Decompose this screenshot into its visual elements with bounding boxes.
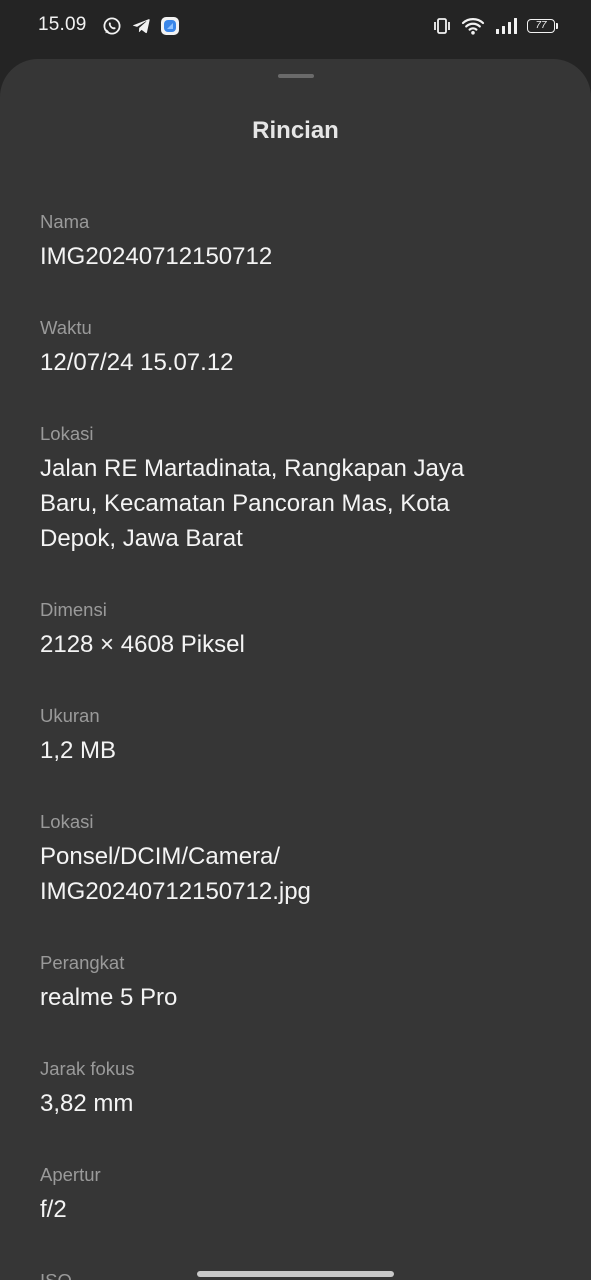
status-time: 15.09 <box>38 14 87 35</box>
detail-value: Jalan RE Martadinata, Rangkapan Jaya Bar… <box>40 455 465 552</box>
detail-value: realme 5 Pro <box>40 984 178 1011</box>
detail-label: Dimensi <box>40 599 107 620</box>
screen: 15.09 77 Rincian Nama IMG20240712150712 … <box>0 0 591 1280</box>
detail-location: Lokasi Jalan RE Martadinata, Rangkapan J… <box>40 422 520 556</box>
wifi-icon <box>461 16 485 36</box>
detail-value: IMG20240712150712 <box>40 243 273 270</box>
detail-label: Perangkat <box>40 952 125 973</box>
detail-value: 1,2 MB <box>40 737 117 764</box>
whatsapp-icon <box>102 16 122 36</box>
detail-focal-length: Jarak fokus 3,82 mm <box>40 1057 520 1121</box>
detail-dimensions: Dimensi 2128 × 4608 Piksel <box>40 598 520 662</box>
drag-handle[interactable] <box>278 74 314 78</box>
detail-value: 12/07/24 15.07.12 <box>40 349 234 376</box>
detail-value: 2128 × 4608 Piksel <box>40 631 245 658</box>
gesture-nav-bar[interactable] <box>197 1271 394 1277</box>
app-icon <box>160 16 180 36</box>
detail-aperture: Apertur f/2 <box>40 1163 520 1227</box>
detail-device: Perangkat realme 5 Pro <box>40 951 520 1015</box>
detail-label: Ukuran <box>40 705 100 726</box>
detail-time: Waktu 12/07/24 15.07.12 <box>40 316 520 380</box>
detail-label: Lokasi <box>40 811 94 832</box>
details-list: Nama IMG20240712150712 Waktu 12/07/24 15… <box>40 210 520 1280</box>
detail-label: Apertur <box>40 1164 101 1185</box>
system-icons: 77 <box>433 16 558 36</box>
detail-value: f/2 <box>40 1196 67 1223</box>
detail-label: Waktu <box>40 317 92 338</box>
battery-icon: 77 <box>527 19 558 33</box>
detail-label: Jarak fokus <box>40 1058 135 1079</box>
detail-name: Nama IMG20240712150712 <box>40 210 520 274</box>
signal-icon <box>495 16 517 36</box>
vibrate-icon <box>433 16 451 36</box>
status-bar: 15.09 77 <box>0 0 591 54</box>
detail-value: 3,82 mm <box>40 1090 134 1117</box>
detail-value: Ponsel/DCIM/Camera/ IMG20240712150712.jp… <box>40 843 311 905</box>
detail-label: Nama <box>40 211 90 232</box>
detail-size: Ukuran 1,2 MB <box>40 704 520 768</box>
telegram-icon <box>131 16 151 36</box>
detail-path: Lokasi Ponsel/DCIM/Camera/ IMG2024071215… <box>40 810 520 909</box>
sheet-title: Rincian <box>252 117 339 144</box>
details-sheet: Rincian Nama IMG20240712150712 Waktu 12/… <box>0 59 591 1280</box>
detail-label: Lokasi <box>40 423 94 444</box>
notification-icons <box>102 16 180 36</box>
